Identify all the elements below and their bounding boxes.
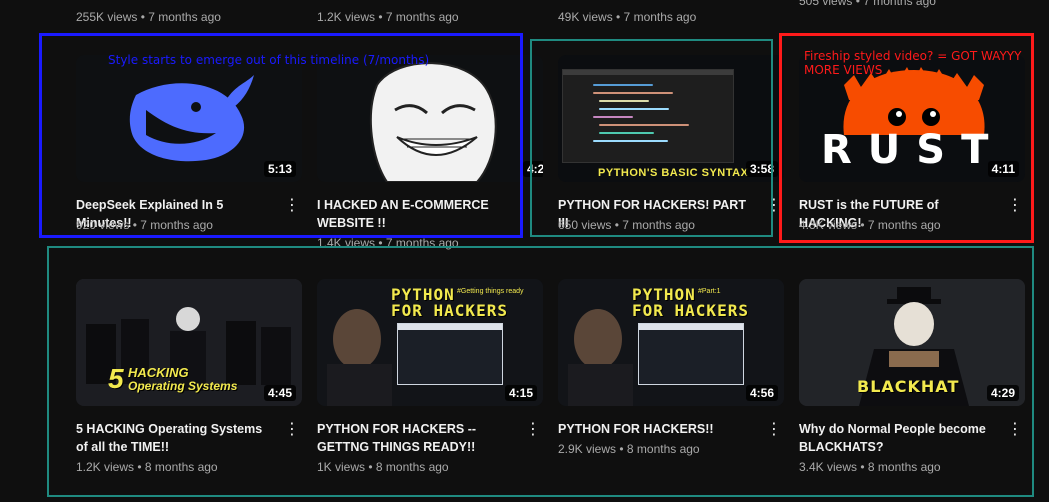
annotation-box-teal-row (47, 246, 1034, 497)
annotation-note-red: Fireship styled video? = GOT WAYYY MORE … (804, 49, 1022, 77)
video-meta: 49K views • 7 months ago (558, 10, 697, 24)
annotation-note-blue: Style starts to emerge out of this timel… (108, 53, 430, 67)
video-meta: 505 views • 7 months ago (799, 0, 936, 8)
annotation-box-teal (530, 39, 773, 237)
video-meta: 1.2K views • 7 months ago (317, 10, 459, 24)
video-meta: 255K views • 7 months ago (76, 10, 221, 24)
